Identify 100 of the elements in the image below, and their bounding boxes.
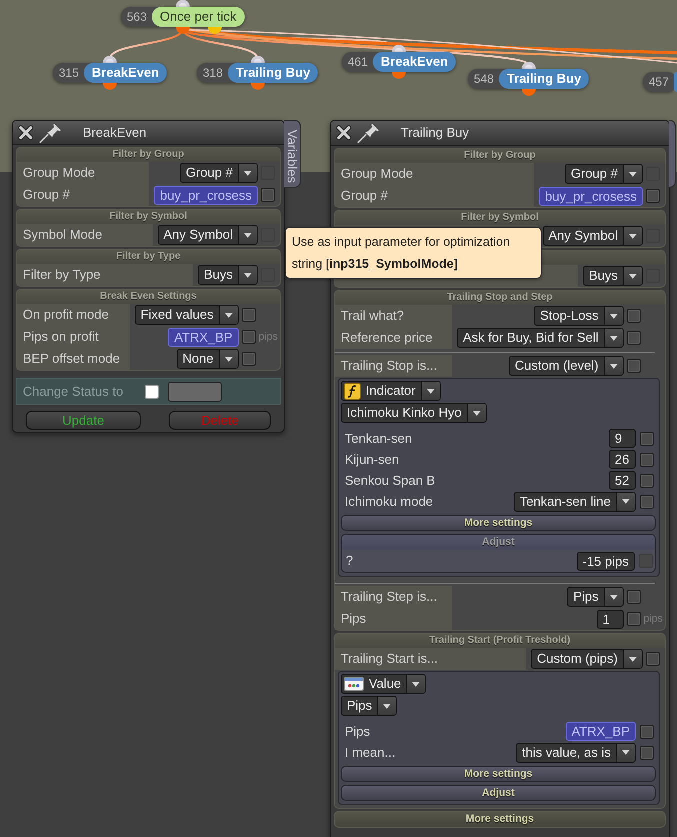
dropdown[interactable]: Group # bbox=[565, 164, 643, 184]
input-port-icon[interactable] bbox=[250, 56, 265, 63]
pin-icon[interactable] bbox=[39, 122, 63, 144]
field-label: ? bbox=[346, 553, 354, 569]
number-field[interactable]: 9 bbox=[609, 429, 636, 448]
caret-icon bbox=[238, 226, 257, 244]
status-field[interactable] bbox=[168, 382, 222, 402]
dropdown[interactable]: Group # bbox=[180, 163, 258, 183]
collapsible-bar[interactable]: More settings bbox=[341, 515, 656, 531]
field-label: BEP offset mode bbox=[17, 348, 130, 370]
checkbox[interactable] bbox=[242, 330, 256, 344]
field-label: Tenkan-sen bbox=[345, 430, 412, 446]
caret-icon bbox=[238, 266, 257, 284]
checkbox[interactable] bbox=[646, 652, 660, 666]
checkbox[interactable] bbox=[640, 452, 654, 466]
card-icon bbox=[344, 677, 364, 691]
input-port-icon[interactable] bbox=[176, 0, 190, 7]
output-port-icon[interactable] bbox=[176, 27, 190, 34]
dropdown[interactable]: Stop-Loss bbox=[534, 306, 624, 326]
variable-field[interactable]: buy_pr_crosess bbox=[539, 186, 643, 206]
variable-field[interactable]: buy_pr_crosess bbox=[154, 186, 258, 204]
field-label: On profit mode bbox=[17, 304, 130, 326]
checkbox[interactable] bbox=[145, 384, 160, 398]
dropdown[interactable]: Fixed values bbox=[134, 305, 239, 325]
side-tab[interactable]: Variables bbox=[284, 120, 301, 188]
checkbox[interactable] bbox=[626, 309, 641, 323]
dropdown[interactable]: Pips bbox=[567, 587, 624, 607]
output-port-icon[interactable] bbox=[522, 89, 536, 96]
pin-icon[interactable] bbox=[357, 122, 381, 144]
checkbox[interactable] bbox=[640, 432, 654, 446]
checkbox[interactable] bbox=[626, 359, 641, 373]
number-field[interactable]: -15 pips bbox=[576, 552, 635, 570]
checkbox[interactable] bbox=[640, 494, 654, 508]
side-tab[interactable] bbox=[669, 120, 676, 188]
flow-node[interactable]: 563 Once per tick bbox=[121, 7, 245, 27]
collapsible-bar[interactable]: Adjust bbox=[341, 785, 656, 801]
node-title: Trailing Buy bbox=[228, 63, 318, 83]
checkbox[interactable] bbox=[626, 331, 641, 345]
function-icon bbox=[344, 382, 361, 400]
caret-icon bbox=[420, 382, 440, 400]
dropdown[interactable]: None bbox=[176, 349, 239, 369]
close-icon[interactable] bbox=[18, 124, 34, 140]
field-label: Trailing Start is... bbox=[335, 648, 526, 670]
dropdown[interactable]: Value bbox=[341, 674, 426, 694]
dropdown[interactable]: Tenkan-sen line bbox=[514, 492, 636, 512]
node-number: 548 bbox=[473, 71, 496, 88]
flow-node[interactable]: 461 BreakEven bbox=[342, 52, 456, 72]
checkbox[interactable] bbox=[242, 352, 256, 366]
input-port-icon[interactable] bbox=[392, 45, 406, 52]
dropdown[interactable]: Indicator bbox=[341, 381, 441, 401]
flow-node[interactable]: 318 Trailing Buy bbox=[197, 63, 318, 83]
output-port-icon[interactable] bbox=[208, 27, 222, 34]
field-label: Group # bbox=[335, 185, 534, 207]
output-port-icon[interactable] bbox=[250, 83, 265, 90]
checkbox[interactable] bbox=[640, 724, 654, 738]
caret-icon bbox=[623, 165, 642, 183]
number-field[interactable]: 1 bbox=[596, 610, 624, 628]
node-title: BreakEven bbox=[84, 63, 168, 83]
flow-node[interactable]: 315 BreakEven bbox=[53, 63, 168, 83]
dropdown[interactable]: Ask for Buy, Bid for Sell bbox=[457, 328, 624, 348]
checkbox[interactable] bbox=[626, 612, 641, 626]
checkbox[interactable] bbox=[261, 188, 275, 202]
close-icon[interactable] bbox=[336, 125, 352, 141]
field-label: Trail what? bbox=[335, 305, 452, 327]
variable-field[interactable]: ATRX_BP bbox=[566, 722, 636, 741]
update-button[interactable]: Update bbox=[26, 411, 141, 430]
number-field[interactable]: 52 bbox=[609, 471, 636, 490]
checkbox[interactable] bbox=[640, 746, 654, 760]
dropdown[interactable]: Buys bbox=[583, 266, 643, 286]
checkbox[interactable] bbox=[626, 590, 641, 604]
checkbox[interactable] bbox=[640, 474, 654, 488]
output-port-icon[interactable] bbox=[392, 72, 406, 79]
flow-node[interactable]: 548 Trailing Buy bbox=[468, 69, 590, 89]
dropdown[interactable]: Ichimoku Kinko Hyo bbox=[341, 403, 487, 423]
field-label: Kijun-sen bbox=[345, 452, 400, 468]
flow-node[interactable]: 457 bbox=[642, 72, 677, 92]
collapsible-bar[interactable]: More settings bbox=[341, 766, 656, 782]
dropdown[interactable]: Pips bbox=[341, 696, 398, 716]
output-port-icon[interactable] bbox=[103, 83, 118, 90]
dropdown[interactable]: Any Symbol bbox=[158, 225, 258, 245]
variable-field[interactable]: ATRX_BP bbox=[168, 328, 239, 346]
dropdown[interactable]: Buys bbox=[198, 265, 258, 285]
number-field[interactable]: 26 bbox=[609, 450, 636, 469]
checkbox[interactable] bbox=[646, 189, 660, 203]
field-label: Group Mode bbox=[335, 163, 534, 185]
field-label: Senkou Span B bbox=[345, 472, 436, 488]
dropdown[interactable]: Any Symbol bbox=[542, 226, 643, 246]
field-label: Reference price bbox=[335, 327, 452, 349]
dropdown[interactable]: this value, as is bbox=[516, 742, 636, 762]
field-label: Group # bbox=[17, 184, 150, 206]
dropdown[interactable]: Custom (level) bbox=[508, 356, 624, 376]
node-number: 315 bbox=[58, 65, 80, 82]
input-port-icon[interactable] bbox=[522, 62, 536, 69]
input-port-icon[interactable] bbox=[103, 56, 118, 63]
dropdown[interactable]: Custom (pips) bbox=[531, 649, 643, 669]
section-bar[interactable]: More settings bbox=[334, 811, 666, 828]
node-title: Trailing Buy bbox=[499, 69, 590, 89]
tooltip: Use as input parameter for optimization string [inp315_SymbolMode] bbox=[285, 227, 542, 279]
caret-icon bbox=[623, 650, 642, 668]
checkbox[interactable] bbox=[242, 308, 256, 322]
